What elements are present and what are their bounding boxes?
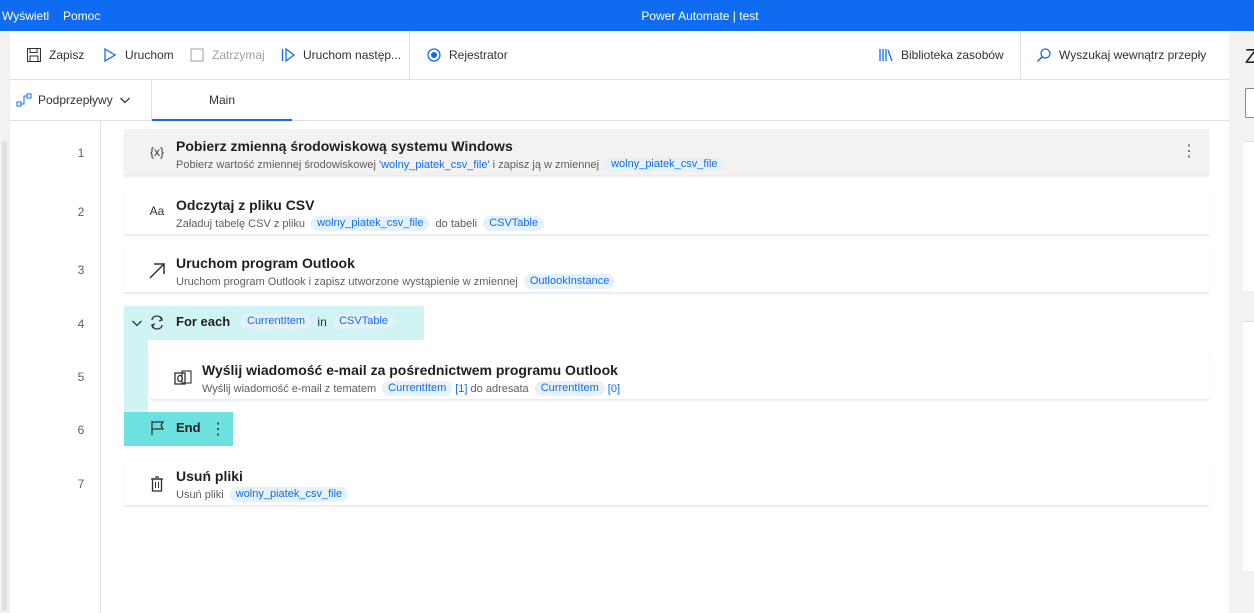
- title-bar: Wyświetl Pomoc Power Automate | test: [0, 0, 1254, 31]
- desc-text: Usuń pliki: [176, 488, 224, 501]
- action-read-csv[interactable]: Aa Odczytaj z pliku CSV Załaduj tabelę C…: [124, 188, 1209, 235]
- run-label: Uruchom: [125, 48, 174, 62]
- panel-title: Z: [1245, 46, 1254, 68]
- variable-tag: CSVTable: [333, 314, 395, 329]
- desc-text: Uruchom program Outlook i zapisz utworzo…: [176, 275, 518, 288]
- tabs-bar: Podprzepływy Main: [10, 80, 1229, 121]
- scrollbar[interactable]: [2, 141, 7, 611]
- trash-icon: [151, 476, 163, 492]
- action-description: Wyślij wiadomość e-mail z tematem Curren…: [202, 381, 620, 396]
- stop-label: Zatrzymaj: [212, 48, 265, 62]
- panel-section: [1243, 321, 1254, 571]
- action-title: Uruchom program Outlook: [176, 255, 355, 271]
- chevron-down-icon[interactable]: [131, 317, 143, 329]
- variables-panel: Z: [1229, 31, 1254, 613]
- search-placeholder: Wyszukaj wewnątrz przepły: [1059, 48, 1207, 62]
- panel-section: [1243, 141, 1254, 291]
- loop-params: CurrentItem in CSVTable: [238, 314, 397, 329]
- save-icon: [27, 48, 41, 62]
- action-title: End: [176, 420, 201, 435]
- step-icon: [281, 47, 296, 63]
- recorder-button[interactable]: Rejestrator: [426, 47, 508, 63]
- variable-tag: CSVTable: [483, 216, 545, 231]
- loop-body-bar: [124, 340, 148, 412]
- run-next-button[interactable]: Uruchom następ...: [280, 47, 401, 63]
- left-strip: [0, 31, 10, 613]
- variable-icon: {x}: [149, 145, 164, 159]
- action-end[interactable]: End ⋮: [124, 412, 233, 446]
- action-for-each[interactable]: For each CurrentItem in CSVTable: [124, 306, 424, 340]
- recorder-label: Rejestrator: [449, 48, 508, 62]
- window-title: Power Automate | test: [641, 9, 759, 23]
- text-icon: Aa: [149, 204, 165, 218]
- variable-tag: wolny_piatek_csv_file: [311, 216, 430, 231]
- save-label: Zapisz: [49, 48, 85, 62]
- variable-tag: CurrentItem: [382, 381, 453, 396]
- variable-tag: OutlookInstance: [523, 274, 616, 289]
- run-next-label: Uruchom następ...: [303, 48, 402, 62]
- action-title: Pobierz zmienną środowiskową systemu Win…: [176, 138, 513, 154]
- outlook-icon: [174, 370, 192, 385]
- action-title: Usuń pliki: [176, 468, 243, 484]
- subflows-dropdown[interactable]: Podprzepływy: [10, 80, 152, 120]
- action-get-env-variable[interactable]: {x} Pobierz zmienną środowiskową systemu…: [124, 129, 1209, 176]
- action-send-outlook-email[interactable]: Wyślij wiadomość e-mail za pośrednictwem…: [150, 353, 1209, 400]
- variable-tag: CurrentItem: [241, 314, 312, 329]
- stop-button[interactable]: Zatrzymaj: [189, 47, 265, 63]
- divider: [409, 31, 410, 79]
- desc-text: Wyślij wiadomość e-mail z tematem: [202, 382, 377, 395]
- action-description: Usuń pliki wolny_piatek_csv_file: [176, 487, 351, 502]
- launch-arrow-icon: [149, 263, 165, 279]
- action-description: Uruchom program Outlook i zapisz utworzo…: [176, 274, 618, 289]
- subflow-icon: [16, 93, 32, 107]
- action-description: Pobierz wartość zmiennej środowiskowej '…: [176, 157, 726, 172]
- desc-text: do adresata: [470, 382, 529, 395]
- more-options-icon[interactable]: ⋮: [210, 419, 226, 439]
- chevron-down-icon: [119, 97, 130, 104]
- desc-literal: 'wolny_piatek_csv_file': [378, 158, 490, 171]
- play-icon: [104, 47, 117, 63]
- toolbar: Zapisz Uruchom Zatrzymaj Uruchom następ.…: [10, 31, 1229, 80]
- variable-tag: wolny_piatek_csv_file: [605, 157, 724, 172]
- desc-text: Pobierz wartość zmiennej środowiskowej: [176, 158, 376, 171]
- search-icon: [1036, 48, 1051, 63]
- subflows-label: Podprzepływy: [38, 93, 113, 107]
- asset-library-label: Biblioteka zasobów: [901, 48, 1004, 62]
- run-button[interactable]: Uruchom: [102, 47, 174, 63]
- variable-tag: CurrentItem: [534, 381, 605, 396]
- asset-library-button[interactable]: Biblioteka zasobów: [878, 47, 1004, 63]
- search-flow-input[interactable]: Wyszukaj wewnątrz przepły: [1036, 47, 1206, 63]
- index-literal: [0]: [607, 382, 621, 395]
- record-icon: [427, 48, 441, 62]
- loop-in-keyword: in: [317, 314, 327, 329]
- tab-main[interactable]: Main: [152, 80, 292, 121]
- action-launch-outlook[interactable]: Uruchom program Outlook Uruchom program …: [124, 246, 1209, 293]
- more-options-icon[interactable]: ⋮: [1181, 141, 1197, 161]
- variable-tag: wolny_piatek_csv_file: [229, 487, 349, 502]
- library-icon: [879, 49, 893, 62]
- desc-text: i zapisz ją w zmiennej: [492, 158, 600, 171]
- action-description: Załaduj tabelę CSV z pliku wolny_piatek_…: [176, 216, 547, 231]
- line-number-gutter: [10, 121, 101, 613]
- panel-search-input[interactable]: [1245, 88, 1254, 118]
- stop-icon: [190, 48, 204, 62]
- action-title: Odczytaj z pliku CSV: [176, 197, 315, 213]
- save-button[interactable]: Zapisz: [26, 47, 84, 63]
- action-title: Wyślij wiadomość e-mail za pośrednictwem…: [202, 362, 618, 378]
- loop-icon: [150, 315, 164, 330]
- desc-text: Załaduj tabelę CSV z pliku: [176, 217, 306, 230]
- index-literal: [1]: [455, 382, 468, 395]
- divider: [1020, 31, 1021, 79]
- action-delete-files[interactable]: Usuń pliki Usuń pliki wolny_piatek_csv_f…: [124, 459, 1209, 506]
- flag-icon: [151, 421, 165, 435]
- desc-text: do tabeli: [435, 217, 478, 230]
- action-title: For each: [176, 314, 231, 329]
